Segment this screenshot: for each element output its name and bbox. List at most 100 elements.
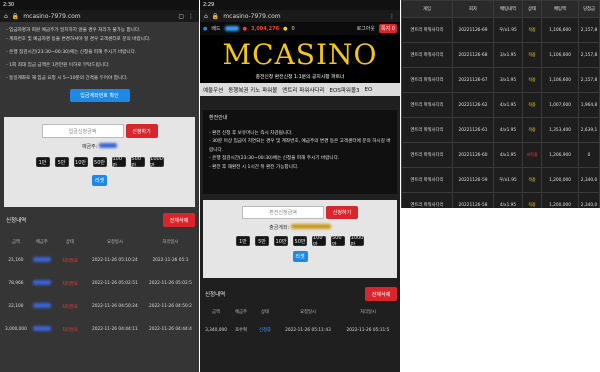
- amount-button[interactable]: 100만: [111, 156, 126, 169]
- amount-button[interactable]: 100만: [312, 235, 326, 248]
- table-header: 금액 예금주 상태 요청일시 처리일시: [203, 305, 397, 319]
- round-cell: 20221126-62: [452, 92, 494, 118]
- round-cell: 20221126-61: [452, 117, 494, 143]
- address-bar[interactable]: ⌂ 🔒 mcasino-7979.com ⋮: [200, 10, 400, 22]
- bet-cell: 우/x1.95: [493, 167, 523, 193]
- status-badge: 적중: [528, 127, 536, 132]
- status-cell: 적중: [522, 67, 542, 93]
- logo-area[interactable]: MCASINO: [200, 35, 400, 73]
- amount-button[interactable]: 1000만: [350, 235, 364, 248]
- table-row: 엔트리 파워사다리 20221126-69 우/x1.95 적중 1,106,6…: [401, 17, 600, 43]
- notice-title: 환전안내: [209, 115, 228, 121]
- game-cell: 엔트리 파워사다리: [401, 117, 453, 143]
- column-header: 당첨금: [578, 0, 600, 18]
- sub-banner: 충전신청 환전신청 1:1문의 공지사항 파트너: [200, 73, 400, 83]
- tab-count-icon[interactable]: ▢: [178, 13, 184, 20]
- amount-button[interactable]: 50만: [92, 157, 107, 167]
- withdraw-apply-button[interactable]: 신청하기: [326, 206, 358, 219]
- column-header: 게임: [401, 0, 453, 18]
- holder-row: 예금주:: [4, 143, 195, 150]
- game-cell: 엔트리 파워사다리: [401, 92, 453, 118]
- status-cell: 처리완료: [61, 258, 78, 264]
- home-icon[interactable]: ⌂: [4, 13, 8, 20]
- amount-button[interactable]: 500만: [331, 235, 345, 248]
- status-cell: 적중: [522, 17, 542, 43]
- amount-button[interactable]: 10만: [73, 157, 88, 167]
- stake-cell: 1,353,400: [541, 117, 579, 143]
- account-row: 출금계좌:: [203, 224, 397, 231]
- bet-cell: 3/x1.95: [493, 67, 523, 93]
- holder-cell: [28, 272, 56, 295]
- holder-name-redacted: [99, 143, 118, 148]
- column-header: 상태: [522, 0, 542, 18]
- menu-icon[interactable]: ⋮: [389, 13, 396, 20]
- column-header: 회차: [452, 0, 494, 18]
- table-row: 3,340,000 조수혁 신청중 2022-11-26 05:11:43 20…: [203, 319, 397, 341]
- amount-button[interactable]: 5만: [255, 236, 269, 246]
- game-cell: 엔트리 파워사다리: [401, 67, 453, 93]
- menu-item[interactable]: 엔트리 파워사다리: [282, 86, 324, 94]
- money-icon: ●: [242, 25, 247, 32]
- win-cell: 1,964,8: [578, 92, 600, 118]
- menu-icon[interactable]: ⋮: [188, 13, 195, 20]
- status-badge: 적중: [528, 27, 536, 32]
- site-logo[interactable]: MCASINO: [222, 38, 377, 71]
- processed-cell: 2022-11-26 04:44:4: [148, 327, 192, 332]
- account-label: 출금계좌:: [269, 225, 290, 231]
- message-button[interactable]: 쪽지 0: [379, 24, 397, 33]
- user-icon: ●: [203, 25, 208, 32]
- withdraw-form: 환전신청금액 신청하기 출금계좌: 1만 5만 10만 50만 100만 500…: [203, 200, 397, 278]
- amount-cell: 78,966: [8, 281, 24, 286]
- amount-button[interactable]: 1만: [35, 157, 50, 167]
- amount-cell: 3,340,000: [205, 327, 227, 333]
- withdraw-amount-input[interactable]: 환전신청금액: [242, 206, 324, 219]
- bet-cell: 4/x1.95: [493, 142, 523, 168]
- holder-cell: [28, 318, 56, 341]
- amount-button[interactable]: 1만: [236, 236, 250, 246]
- holder-cell: 조수혁: [235, 328, 247, 333]
- status-cell: 적중: [522, 117, 542, 143]
- reset-button[interactable]: 리셋: [292, 251, 308, 262]
- round-cell: 20221126-59: [452, 167, 494, 193]
- url-text[interactable]: mcasino-7979.com: [223, 13, 385, 20]
- amount-button[interactable]: 10만: [274, 236, 288, 246]
- url-text[interactable]: mcasino-7979.com: [23, 13, 174, 20]
- table-row: 엔트리 파워사다리 20221126-67 3/x1.95 적중 1,106,6…: [401, 67, 600, 93]
- delete-all-button[interactable]: 전체삭제: [163, 213, 195, 227]
- coin-value: 0: [291, 25, 295, 32]
- bet-cell: 4/x1.95: [493, 92, 523, 118]
- menu-item[interactable]: EOS파워볼3: [330, 86, 360, 94]
- column-header: 예금주: [35, 240, 48, 245]
- withdraw-panel: 2:29 ⌂ 🔒 mcasino-7979.com ⋮ ● 배드 ● 3,004…: [200, 0, 400, 372]
- amount-button[interactable]: 1000만: [149, 156, 164, 169]
- reset-button[interactable]: 리셋: [92, 175, 107, 186]
- column-header: 요청일시: [300, 310, 316, 315]
- history-table: 금액 예금주 상태 요청일시 처리일시 21,160 처리완료 2022-11-…: [4, 235, 195, 341]
- stake-cell: 1,206,900: [541, 142, 579, 168]
- amount-button[interactable]: 500만: [130, 156, 145, 169]
- home-icon[interactable]: ⌂: [204, 13, 208, 20]
- amount-button[interactable]: 50만: [293, 236, 307, 246]
- menu-item[interactable]: 예울우션: [203, 86, 223, 94]
- delete-all-button[interactable]: 전체삭제: [365, 287, 397, 301]
- requested-cell: 2022-11-26 04:50:24: [92, 304, 138, 309]
- column-header: 상태: [65, 240, 74, 245]
- notice-line: - 환전 후 재환전 시 1시간 뒤 환전 가능합니다.: [209, 164, 299, 170]
- coin-icon: ●: [283, 25, 288, 32]
- notice-line: - 1회 최대 입금 금액은 1천만원 이하로 부탁드립니다.: [6, 63, 110, 68]
- status-bar: 2:30: [0, 0, 199, 10]
- menu-item[interactable]: 동행복권 키노 파워볼: [228, 86, 277, 94]
- notice-line: - 은행 점검시간(23:30~00:30)에는 신청을 피해 주시기 바랍니다…: [209, 156, 340, 161]
- history-header: 신청내역 전체삭제: [4, 212, 195, 228]
- deposit-amount-input[interactable]: 입금신청금액: [41, 124, 124, 138]
- notice-line: - 동일계좌로 재 입금 요청 시 5~10분의 간격을 두어야 합니다.: [6, 76, 128, 81]
- amount-button[interactable]: 5만: [54, 157, 69, 167]
- status-cell: 신청중: [259, 328, 271, 333]
- logout-link[interactable]: 로그아웃: [357, 25, 375, 32]
- account-check-button[interactable]: 입금계좌번호 확인: [69, 89, 130, 102]
- address-bar[interactable]: ⌂ 🔒 mcasino-7979.com ▢ ⋮: [0, 10, 199, 22]
- win-cell: 2,157,8: [578, 17, 600, 43]
- deposit-apply-button[interactable]: 신청하기: [125, 124, 158, 138]
- column-header: 상태: [261, 310, 269, 315]
- menu-item[interactable]: EO: [365, 87, 373, 93]
